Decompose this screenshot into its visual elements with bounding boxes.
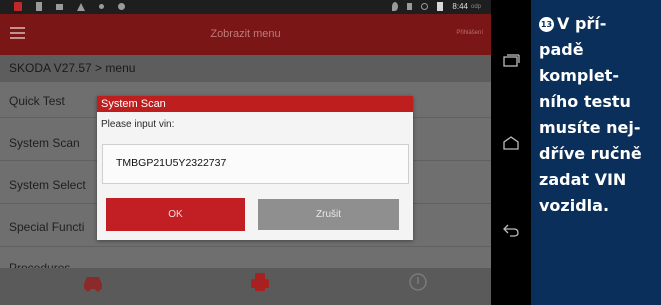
step-number-badge: 13 xyxy=(539,17,554,32)
menu-item-special-functions[interactable]: Special Functi xyxy=(9,220,84,234)
status-ampm: odp xyxy=(470,3,481,10)
ok-button[interactable]: OK xyxy=(106,198,245,231)
caption-line: dříve ručně xyxy=(539,144,642,163)
menu-item-quick-test[interactable]: Quick Test xyxy=(9,94,65,108)
sync-icon xyxy=(118,3,125,10)
caption-line: zadat VIN xyxy=(539,170,627,189)
status-bar: 8:44 odp xyxy=(0,0,491,14)
bottom-toolbar xyxy=(0,268,491,305)
status-notifications xyxy=(14,2,125,11)
warning-icon xyxy=(77,2,85,11)
notification-icon xyxy=(14,2,22,11)
device-screen: 8:44 odp Zobrazit menu Přihlášení SKODA … xyxy=(0,0,491,305)
breadcrumb: SKODA V27.57 > menu xyxy=(0,55,491,82)
car-icon[interactable] xyxy=(81,272,105,294)
download-icon xyxy=(36,2,42,11)
app-title: Zobrazit menu xyxy=(210,28,281,40)
battery-icon xyxy=(437,2,444,11)
recent-apps-icon[interactable] xyxy=(502,54,520,70)
printer-icon[interactable] xyxy=(248,272,272,294)
menu-item-system-scan[interactable]: System Scan xyxy=(9,136,80,150)
caption-panel: 13 V pří- padě komplet- ního testu musíte… xyxy=(531,0,661,305)
caption-line: ního testu xyxy=(539,92,631,111)
help-icon[interactable] xyxy=(406,272,430,294)
location-icon xyxy=(392,2,399,11)
status-time: 8:44 xyxy=(452,2,468,11)
system-scan-dialog: System Scan Please input vin: TMBGP21U5Y… xyxy=(97,96,413,240)
app-bar: Zobrazit menu Přihlášení xyxy=(0,14,491,55)
dialog-title: System Scan xyxy=(97,96,413,112)
status-system: 8:44 odp xyxy=(392,2,481,11)
home-icon[interactable] xyxy=(502,135,520,151)
cancel-button[interactable]: Zrušit xyxy=(258,199,399,230)
caption-text: 13 V pří- padě komplet- ního testu musíte… xyxy=(539,11,657,219)
back-icon[interactable] xyxy=(502,222,520,238)
vin-input[interactable]: TMBGP21U5Y2322737 xyxy=(102,144,409,184)
menu-item-system-select[interactable]: System Select xyxy=(9,178,86,192)
caption-line: komplet- xyxy=(539,66,619,85)
dot-icon xyxy=(99,4,104,9)
caption-line: musíte nej- xyxy=(539,118,641,137)
screenshot-icon xyxy=(56,3,63,10)
vibrate-icon xyxy=(407,3,413,10)
caption-line: padě xyxy=(539,40,584,59)
caption-line: vozidla. xyxy=(539,196,610,215)
android-nav-bar xyxy=(491,0,531,305)
divider xyxy=(0,246,491,247)
login-link[interactable]: Přihlášení xyxy=(456,30,483,36)
caption-line: 13 V pří- xyxy=(539,14,607,33)
rotate-icon xyxy=(421,3,429,10)
dialog-prompt: Please input vin: xyxy=(101,119,175,130)
